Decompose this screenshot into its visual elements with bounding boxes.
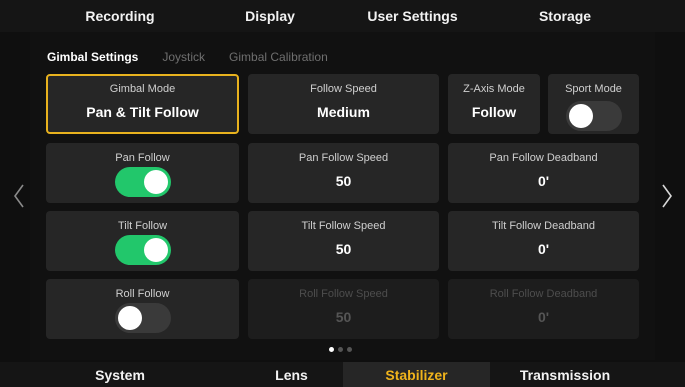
- follow-speed-card[interactable]: Follow Speed Medium: [248, 74, 439, 134]
- roll-follow-deadband-value: 0': [537, 309, 550, 325]
- roll-follow-deadband-card: Roll Follow Deadband 0': [448, 279, 639, 339]
- pan-follow-card: Pan Follow: [46, 143, 239, 203]
- tab-system[interactable]: System: [0, 362, 240, 387]
- tilt-follow-toggle[interactable]: [114, 235, 171, 265]
- tilt-follow-label: Tilt Follow: [117, 220, 168, 232]
- z-axis-mode-card[interactable]: Z-Axis Mode Follow: [448, 74, 540, 134]
- toggle-knob: [143, 238, 168, 262]
- pan-follow-label: Pan Follow: [115, 152, 170, 164]
- roll-follow-card: Roll Follow: [46, 279, 239, 339]
- pan-follow-deadband-label: Pan Follow Deadband: [489, 152, 598, 164]
- tab-display[interactable]: Display: [240, 0, 300, 32]
- tilt-follow-deadband-value: 0': [537, 241, 550, 257]
- chevron-left-icon[interactable]: [12, 183, 26, 209]
- tab-storage[interactable]: Storage: [525, 0, 605, 32]
- tab-user-settings[interactable]: User Settings: [300, 0, 525, 32]
- pan-follow-deadband-value: 0': [537, 173, 550, 189]
- page-dot[interactable]: [329, 347, 334, 352]
- page-dot[interactable]: [347, 347, 352, 352]
- chevron-right-icon[interactable]: [660, 183, 674, 209]
- sport-mode-toggle[interactable]: [565, 101, 622, 131]
- pan-follow-speed-label: Pan Follow Speed: [298, 152, 389, 164]
- tab-lens[interactable]: Lens: [240, 362, 343, 387]
- roll-follow-speed-label: Roll Follow Speed: [299, 288, 388, 300]
- tilt-follow-speed-label: Tilt Follow Speed: [301, 220, 386, 232]
- roll-follow-toggle[interactable]: [114, 303, 171, 333]
- page-dot[interactable]: [338, 347, 343, 352]
- sport-mode-card: Sport Mode: [548, 74, 639, 134]
- subtab-gimbal-calibration[interactable]: Gimbal Calibration: [229, 46, 328, 68]
- roll-follow-label: Roll Follow: [115, 288, 170, 300]
- roll-follow-speed-value: 50: [335, 309, 352, 325]
- toggle-knob: [568, 104, 593, 128]
- top-tab-bar: Recording Display User Settings Storage: [0, 0, 685, 32]
- follow-speed-label: Follow Speed: [310, 83, 377, 95]
- follow-speed-value: Medium: [317, 104, 370, 120]
- tab-recording[interactable]: Recording: [0, 0, 240, 32]
- z-axis-mode-label: Z-Axis Mode: [463, 83, 525, 95]
- bottom-tab-bar: System Lens Stabilizer Transmission: [0, 362, 685, 387]
- roll-follow-speed-card: Roll Follow Speed 50: [248, 279, 439, 339]
- pan-follow-toggle[interactable]: [114, 167, 171, 197]
- subtab-joystick[interactable]: Joystick: [162, 46, 205, 68]
- gimbal-mode-card[interactable]: Gimbal Mode Pan & Tilt Follow: [46, 74, 239, 134]
- tab-stabilizer[interactable]: Stabilizer: [343, 362, 490, 387]
- sport-mode-label: Sport Mode: [565, 83, 622, 95]
- tilt-follow-speed-value: 50: [335, 241, 352, 257]
- pan-follow-speed-card[interactable]: Pan Follow Speed 50: [248, 143, 439, 203]
- sub-tab-bar: Gimbal Settings Joystick Gimbal Calibrat…: [47, 46, 352, 68]
- tilt-follow-card: Tilt Follow: [46, 211, 239, 271]
- tilt-follow-deadband-label: Tilt Follow Deadband: [492, 220, 595, 232]
- subtab-gimbal-settings[interactable]: Gimbal Settings: [47, 46, 138, 68]
- gimbal-mode-label: Gimbal Mode: [109, 83, 176, 95]
- gimbal-mode-value: Pan & Tilt Follow: [86, 104, 199, 120]
- toggle-knob: [143, 170, 168, 194]
- toggle-knob: [117, 306, 142, 330]
- roll-follow-deadband-label: Roll Follow Deadband: [489, 288, 598, 300]
- tab-transmission[interactable]: Transmission: [490, 362, 640, 387]
- pan-follow-deadband-card[interactable]: Pan Follow Deadband 0': [448, 143, 639, 203]
- z-axis-mode-value: Follow: [471, 104, 517, 120]
- pan-follow-speed-value: 50: [335, 173, 352, 189]
- tilt-follow-deadband-card[interactable]: Tilt Follow Deadband 0': [448, 211, 639, 271]
- tilt-follow-speed-card[interactable]: Tilt Follow Speed 50: [248, 211, 439, 271]
- page-indicator: [329, 347, 352, 352]
